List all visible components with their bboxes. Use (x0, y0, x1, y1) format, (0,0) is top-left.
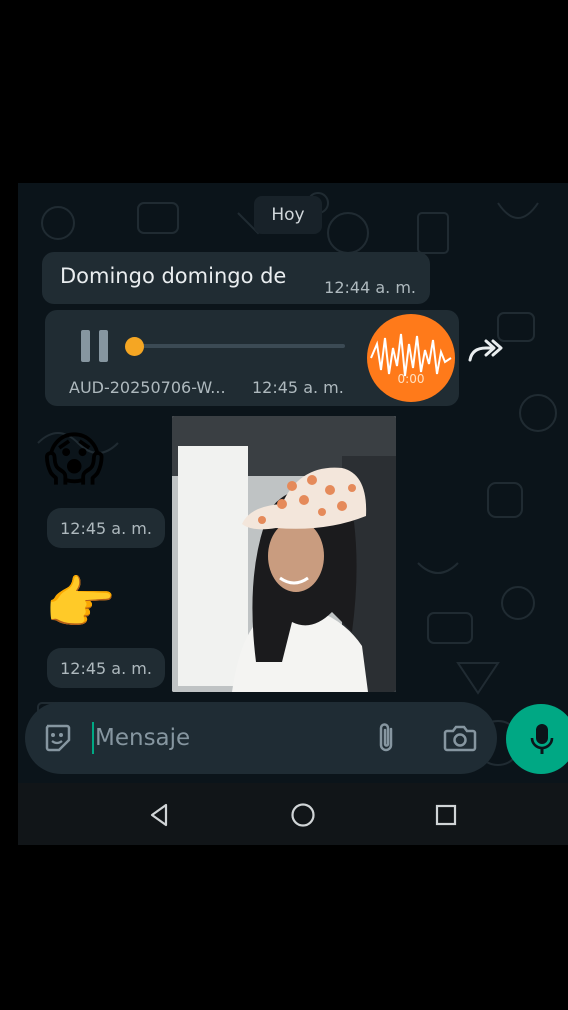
recents-icon[interactable] (432, 801, 460, 829)
message-time: 12:44 a. m. (324, 278, 416, 297)
audio-progress-knob[interactable] (125, 337, 144, 356)
date-chip: Hoy (254, 196, 322, 234)
audio-message[interactable]: AUD-20250706-W... 12:45 a. m. 0:00 (45, 310, 459, 406)
video-thumbnail (172, 416, 396, 692)
sticker-icon[interactable] (41, 722, 73, 754)
forward-button[interactable] (462, 330, 506, 374)
message-input[interactable] (95, 722, 365, 754)
audio-filename: AUD-20250706-W... (69, 378, 226, 397)
message-time: 12:45 a. m. (47, 648, 165, 688)
emoji-message-scream[interactable]: 😱 (44, 430, 104, 488)
audio-progress-track[interactable] (135, 344, 345, 348)
audio-waveform-avatar: 0:00 (367, 314, 455, 402)
text-message[interactable]: Domingo domingo de 12:44 a. m. (42, 252, 430, 304)
message-text: Domingo domingo de (60, 264, 287, 288)
message-time: 12:45 a. m. (252, 378, 344, 397)
back-icon[interactable] (146, 801, 174, 829)
mic-icon (530, 724, 554, 754)
text-cursor (92, 722, 94, 754)
attach-icon[interactable] (371, 721, 401, 755)
video-message[interactable] (172, 416, 396, 692)
message-time: 12:45 a. m. (47, 508, 165, 548)
forward-icon (468, 339, 503, 362)
home-icon[interactable] (289, 801, 317, 829)
message-composer (25, 702, 497, 774)
emoji-message-pointing[interactable]: 👉 (44, 574, 116, 632)
waveform-icon (370, 333, 452, 377)
mic-button[interactable] (506, 704, 568, 774)
pause-icon[interactable] (81, 330, 109, 362)
audio-duration: 0:00 (397, 372, 425, 386)
system-navigation-bar (18, 783, 568, 845)
camera-icon[interactable] (443, 723, 477, 753)
